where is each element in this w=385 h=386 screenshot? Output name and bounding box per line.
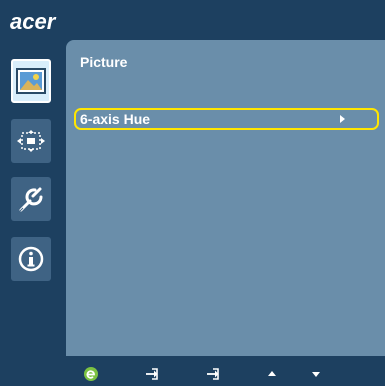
menu-item-label: 6-axis Hue <box>80 111 151 127</box>
menu-item-6-axis-hue[interactable]: 6-axis Hue <box>74 108 379 130</box>
sidebar-item-info[interactable] <box>11 237 51 281</box>
sidebar-item-picture[interactable] <box>11 59 51 103</box>
page-title: Picture <box>80 54 128 70</box>
up-button[interactable] <box>264 362 280 386</box>
picture-icon <box>16 68 46 94</box>
info-icon <box>18 246 44 272</box>
settings-panel <box>66 40 385 356</box>
empowering-button[interactable] <box>82 362 100 386</box>
settings-wrench-icon <box>19 187 43 212</box>
enter-button[interactable] <box>142 362 162 386</box>
arrow-right-icon <box>340 115 345 123</box>
arrow-down-icon <box>312 372 320 377</box>
empowering-e-icon <box>84 367 98 381</box>
acer-logo: acer <box>10 9 56 34</box>
arrow-up-icon <box>268 371 276 376</box>
sidebar-item-settings[interactable] <box>11 177 51 221</box>
enter-button[interactable] <box>203 362 223 386</box>
enter-icon <box>146 368 158 380</box>
footer-keybar <box>66 362 385 386</box>
down-button[interactable] <box>308 362 324 386</box>
enter-icon <box>207 368 219 380</box>
osd-window: acer Picture 6-axis Hue <box>0 0 385 386</box>
sidebar-item-position[interactable] <box>11 119 51 163</box>
screen-position-icon <box>17 130 45 152</box>
